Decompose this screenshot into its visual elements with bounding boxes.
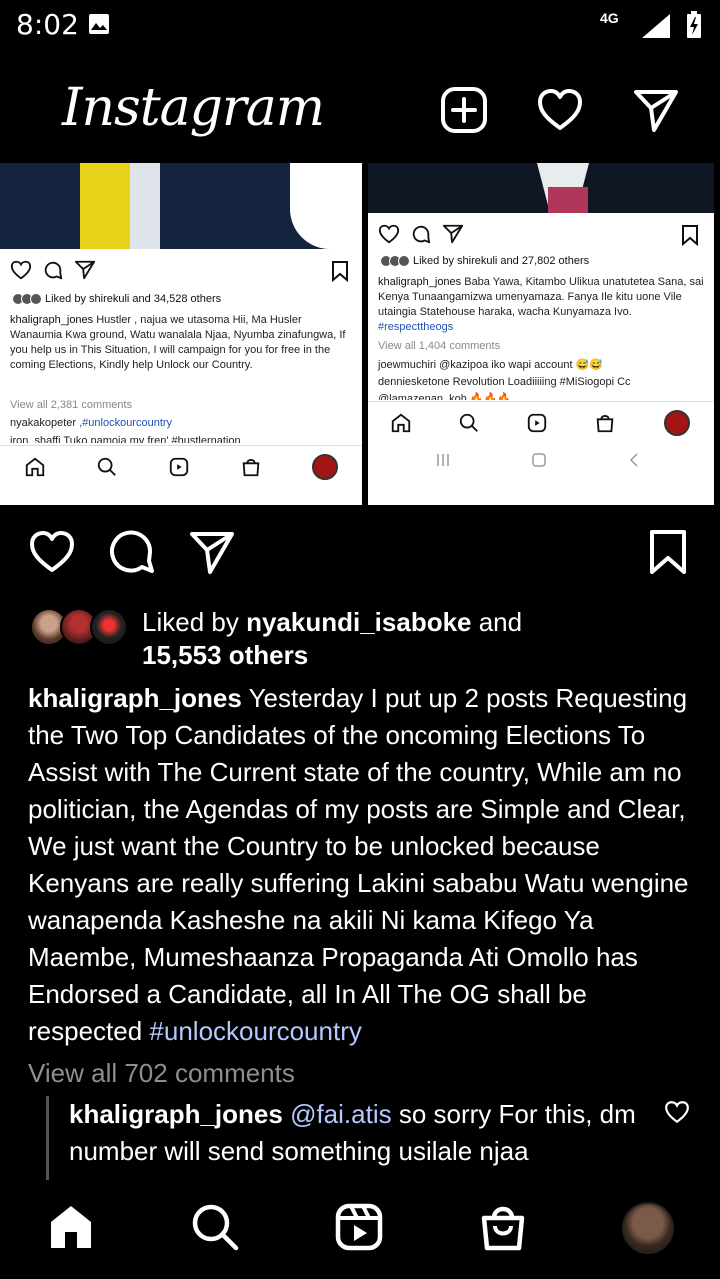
signal-icon — [642, 14, 670, 38]
reels-icon — [169, 457, 189, 477]
comment-preview: khaligraph_jones @fai.atis so sorry For … — [46, 1096, 666, 1180]
comment-icon[interactable] — [108, 528, 156, 576]
like-icon[interactable] — [28, 528, 76, 576]
embedded-comment: @lamazenan_koh 🔥🔥🔥 — [378, 393, 511, 400]
bookmark-icon — [332, 261, 348, 282]
instagram-logo[interactable]: Instagram — [62, 78, 325, 138]
share-icon — [74, 260, 96, 280]
liked-by-user[interactable]: nyakundi_isaboke — [246, 607, 471, 637]
view-all-comments[interactable]: View all 702 comments — [28, 1058, 295, 1089]
bottom-nav — [0, 1180, 720, 1279]
share-icon — [442, 224, 464, 244]
share-icon[interactable] — [188, 528, 236, 576]
comment-mention[interactable]: @fai.atis — [283, 1099, 392, 1129]
embedded-liked-by: Liked by shirekuli and 34,528 others — [12, 293, 221, 305]
search-icon — [459, 413, 478, 432]
status-time: 8:02 — [16, 8, 79, 41]
embedded-bottom-nav — [0, 445, 362, 485]
post-actions — [0, 528, 720, 588]
network-type: 4G — [600, 10, 619, 26]
reels-icon — [527, 413, 547, 433]
embedded-comment: nyakakopeter ,#unlockourcountry — [10, 417, 173, 429]
status-bar: 8:02 4G — [0, 0, 720, 50]
app-header: Instagram — [0, 60, 720, 160]
embedded-photo — [368, 163, 714, 213]
embedded-actions — [10, 259, 96, 281]
liked-by-text: Liked by nyakundi_isaboke and 15,553 oth… — [142, 607, 523, 670]
embedded-screenshot-right: Liked by shirekuli and 27,802 others kha… — [368, 163, 714, 505]
comment-icon — [412, 225, 431, 244]
comment-icon — [44, 261, 63, 280]
embedded-caption: khaligraph_jones Hustler , najua we utas… — [10, 314, 346, 371]
embedded-liked-by: Liked by shirekuli and 27,802 others — [380, 255, 589, 267]
liked-by-avatars — [30, 608, 130, 648]
image-icon — [89, 14, 109, 34]
caption-hashtag[interactable]: #unlockourcountry — [149, 1016, 361, 1046]
post-image[interactable]: Liked by shirekuli and 34,528 others kha… — [0, 163, 720, 505]
reels-icon[interactable] — [334, 1202, 384, 1252]
heart-icon — [10, 260, 32, 280]
search-icon[interactable] — [190, 1202, 240, 1252]
home-icon[interactable] — [46, 1202, 96, 1252]
battery-icon — [687, 11, 701, 38]
direct-message-icon[interactable] — [632, 86, 680, 134]
add-post-icon[interactable] — [440, 86, 488, 134]
search-icon — [97, 457, 116, 476]
bookmark-icon — [682, 225, 698, 246]
heart-icon — [378, 224, 400, 244]
embedded-view-all: View all 1,404 comments — [378, 340, 501, 352]
embedded-bottom-nav — [368, 401, 714, 441]
liked-count[interactable]: 15,553 others — [142, 640, 308, 670]
comment-like-icon[interactable] — [664, 1099, 690, 1125]
comment-username[interactable]: khaligraph_jones — [69, 1099, 283, 1129]
avatar — [90, 608, 128, 646]
profile-avatar — [312, 454, 338, 480]
caption-text: Yesterday I put up 2 posts Requesting th… — [28, 683, 689, 1046]
shop-icon — [242, 458, 260, 477]
post-caption: khaligraph_jones Yesterday I put up 2 po… — [28, 680, 698, 1050]
embedded-comment: joewmuchiri @kazipoa iko wapi account 😅😅 — [378, 359, 604, 371]
embedded-screenshot-left: Liked by shirekuli and 34,528 others kha… — [0, 163, 362, 505]
shop-icon[interactable] — [478, 1202, 528, 1252]
heart-icon[interactable] — [536, 86, 584, 134]
embedded-caption: khaligraph_jones Baba Yawa, Kitambo Ulik… — [378, 276, 704, 333]
bookmark-icon[interactable] — [644, 528, 692, 576]
profile-avatar[interactable] — [622, 1202, 674, 1254]
embedded-photo — [0, 163, 362, 249]
embedded-system-nav — [0, 485, 362, 505]
home-icon — [25, 457, 45, 477]
recents-icon — [437, 454, 449, 466]
home-icon — [391, 413, 411, 433]
embedded-comment: iron_shaffi Tuko pamoja my fren' #hustle… — [10, 435, 241, 443]
profile-avatar — [664, 410, 690, 436]
home-circle-icon — [532, 453, 546, 467]
likes-summary[interactable]: Liked by nyakundi_isaboke and 15,553 oth… — [30, 606, 710, 676]
embedded-view-all: View all 2,381 comments — [10, 399, 133, 411]
shop-icon — [596, 414, 614, 433]
caption-username[interactable]: khaligraph_jones — [28, 683, 242, 713]
embedded-actions — [378, 223, 464, 245]
back-icon — [629, 453, 638, 467]
embedded-system-nav — [368, 443, 714, 473]
embedded-comment: denniesketone Revolution Loadiiiiing #Mi… — [378, 376, 631, 388]
